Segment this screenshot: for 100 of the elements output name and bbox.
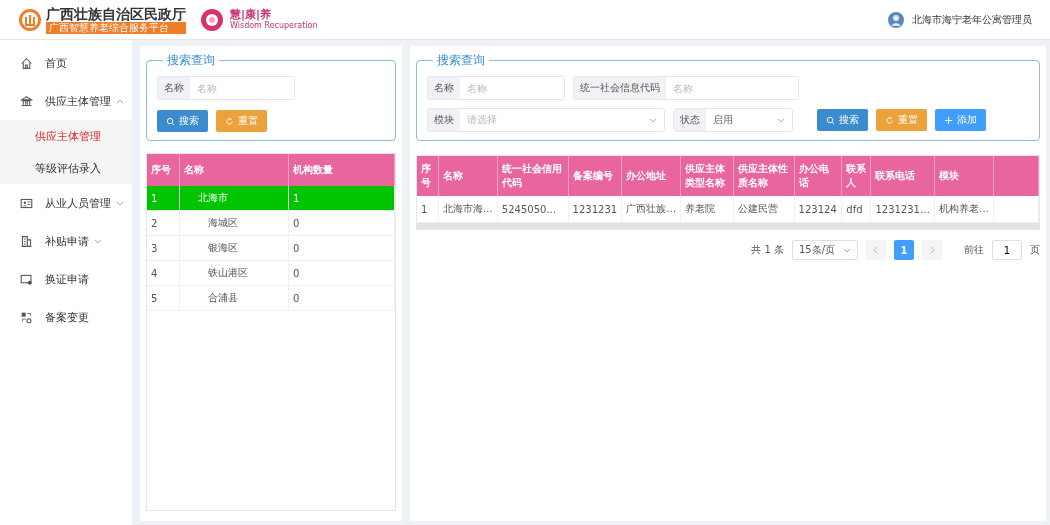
table-cell: 4: [147, 260, 180, 286]
input-field[interactable]: 名称 名称: [427, 76, 565, 100]
sidebar-subitem[interactable]: 等级评估录入: [0, 152, 132, 184]
table-cell: 海城区: [179, 210, 289, 236]
column-header: 模块: [934, 156, 994, 196]
page-suffix: 页: [1030, 243, 1040, 257]
table-row[interactable]: 4 铁山港区 0: [147, 260, 395, 286]
total-count: 共 1 条: [751, 243, 784, 257]
table-cell: 银海区: [179, 235, 289, 261]
table-cell: 广西壮族…: [621, 196, 681, 223]
panel-legend: 搜索查询: [433, 52, 489, 69]
building-icon: [20, 234, 33, 248]
column-header: 统一社会信用代码: [497, 156, 569, 196]
column-header: 供应主体性质名称: [733, 156, 795, 196]
table-cell: 0: [288, 210, 395, 236]
field-label: 状态: [674, 109, 706, 131]
column-header: 备案编号: [568, 156, 622, 196]
table-cell: 公建民营: [733, 196, 795, 223]
column-header: 机构数量: [288, 154, 395, 186]
column-header: 序号: [147, 154, 180, 186]
brand-subtitle: Wisdom Recuperation: [230, 21, 318, 31]
home-icon: [20, 56, 33, 70]
user-name: 北海市海宁老年公寓管理员: [912, 12, 1032, 27]
swap-icon: [20, 310, 33, 324]
table-cell: 123124: [794, 196, 842, 223]
prev-page-button[interactable]: [866, 240, 886, 260]
field-label: 名称: [428, 77, 460, 99]
sidebar-item[interactable]: 换证申请: [0, 260, 132, 298]
select-placeholder: 请选择: [467, 113, 497, 127]
search-button[interactable]: 搜索: [157, 110, 208, 132]
sidebar-item[interactable]: 补贴申请: [0, 222, 132, 260]
select-value: 启用: [713, 113, 733, 127]
table-cell: 3: [147, 235, 180, 261]
sidebar-subitem[interactable]: 供应主体管理: [0, 120, 132, 152]
sidebar-item[interactable]: 从业人员管理: [0, 184, 132, 222]
idcard-icon: [20, 196, 33, 210]
input-field[interactable]: 名称 名称: [157, 76, 295, 100]
next-page-button[interactable]: [922, 240, 942, 260]
search-button[interactable]: 搜索: [817, 109, 868, 131]
table-cell: 1: [147, 186, 180, 211]
column-header: 供应主体类型名称: [680, 156, 734, 196]
column-header: 办公电话: [794, 156, 842, 196]
table-cell: 0: [288, 285, 395, 311]
brand-title: 慧|康|养: [230, 8, 273, 21]
table-cell: 北海市海…: [438, 196, 498, 223]
column-header: 联系电话: [870, 156, 935, 196]
column-header: 名称: [179, 154, 289, 186]
refresh-icon: [225, 116, 234, 126]
caret-down-icon: [649, 116, 657, 124]
search-icon: [826, 115, 835, 125]
select-field[interactable]: 状态 启用: [673, 108, 793, 132]
caret-up-icon: [116, 97, 124, 105]
table-row[interactable]: 2 海城区 0: [147, 210, 395, 236]
column-header: 名称: [438, 156, 498, 196]
caret-down-icon: [116, 199, 124, 207]
chevron-right-icon: [928, 246, 936, 254]
column-header: 序号: [417, 156, 439, 196]
table-cell: 1: [417, 196, 439, 223]
table-cell: 北海市: [179, 186, 289, 211]
input-field[interactable]: 统一社会信息代码 名称: [573, 76, 799, 100]
sidebar-item[interactable]: 首页: [0, 44, 132, 82]
org-subtitle: 广西智慧养老综合服务平台: [46, 21, 186, 34]
table-cell: 1: [288, 186, 395, 211]
sidebar-item[interactable]: 供应主体管理: [0, 82, 132, 120]
field-label: 统一社会信息代码: [574, 77, 666, 99]
logo-icon: [18, 7, 42, 32]
page-input[interactable]: 1: [992, 240, 1022, 260]
table-row[interactable]: 3 银海区 0: [147, 235, 395, 261]
table-cell: 1231231: [568, 196, 622, 223]
refresh-icon: [885, 115, 894, 125]
goto-label: 前往: [964, 243, 984, 257]
caret-down-icon: [843, 246, 851, 254]
table-cell: 铁山港区: [179, 260, 289, 286]
table-cell: 5245050…: [497, 196, 569, 223]
table-row[interactable]: 5 合浦县 0: [147, 285, 395, 311]
table-cell: 5: [147, 285, 180, 311]
table-cell: dfd: [841, 196, 871, 223]
table-cell: 合浦县: [179, 285, 289, 311]
org-title: 广西壮族自治区民政厅: [46, 5, 186, 22]
caret-down-icon: [94, 237, 102, 245]
avatar-icon: [888, 11, 904, 28]
table-cell: 养老院: [680, 196, 734, 223]
flower-logo-icon: [200, 7, 224, 32]
chevron-left-icon: [872, 246, 880, 254]
caret-down-icon: [777, 116, 785, 124]
plus-icon: [944, 115, 953, 125]
column-header: 联系人: [841, 156, 871, 196]
table-cell: 0: [288, 260, 395, 286]
panel-legend: 搜索查询: [163, 52, 219, 69]
scrollbar[interactable]: [417, 223, 1039, 229]
table-cell: 2: [147, 210, 180, 236]
field-label: 模块: [428, 109, 460, 131]
select-field[interactable]: 模块 请选择: [427, 108, 665, 132]
page-size-select[interactable]: 15条/页: [792, 240, 858, 260]
table-cell: 0: [288, 235, 395, 261]
sidebar-item[interactable]: 备案变更: [0, 298, 132, 336]
cert-icon: [20, 272, 33, 286]
bank-icon: [20, 94, 33, 108]
column-header: 办公地址: [621, 156, 681, 196]
table-cell: 1231231…: [870, 196, 935, 223]
